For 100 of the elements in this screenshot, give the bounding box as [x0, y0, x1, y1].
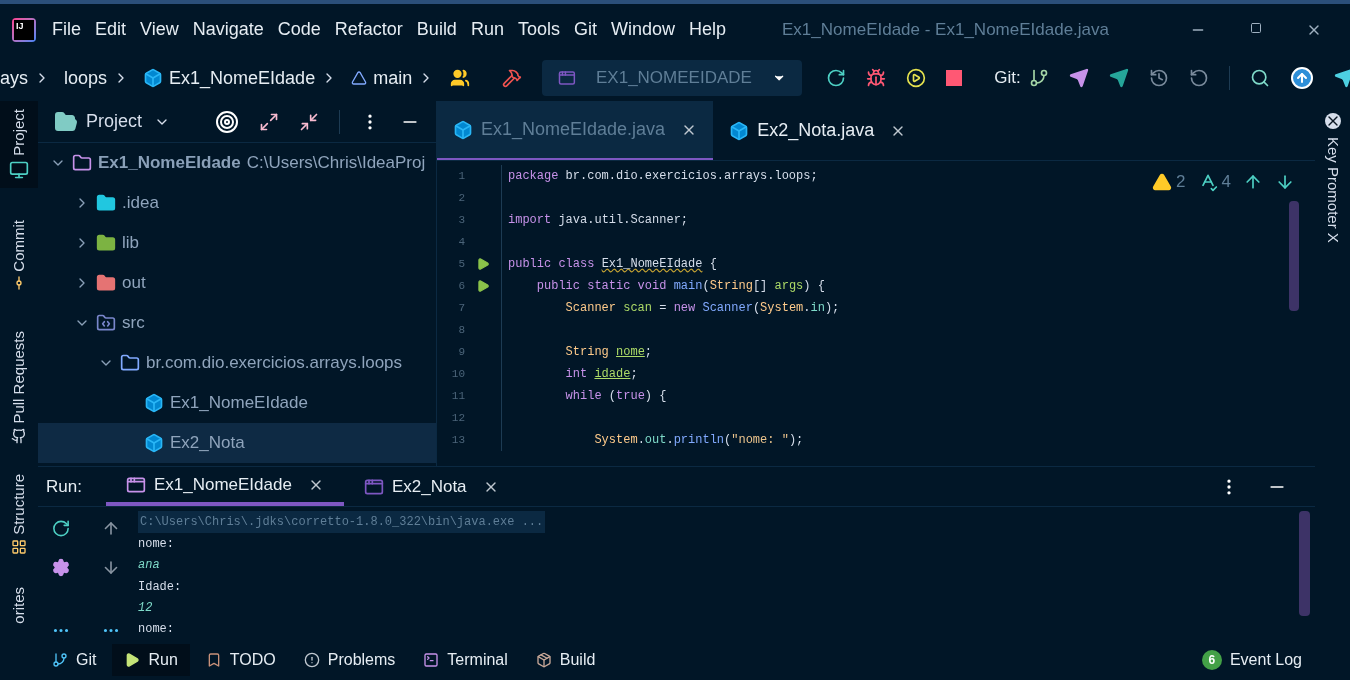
tool-window-tab[interactable]: Structure	[0, 466, 38, 563]
run-icon[interactable]	[476, 257, 490, 271]
play-icon	[124, 652, 141, 668]
laptop-icon	[9, 159, 29, 180]
tool-window-tab[interactable]: orites	[0, 578, 38, 632]
menu-item[interactable]: Help	[689, 16, 727, 43]
line-number: 10	[450, 366, 465, 382]
git-label: Git:	[994, 67, 1021, 90]
expand-icon[interactable]	[259, 111, 279, 132]
target-icon[interactable]	[215, 109, 239, 134]
menu-item[interactable]: Navigate	[192, 16, 264, 43]
menu-item[interactable]: Git	[573, 16, 597, 43]
settings-icon[interactable]	[50, 558, 71, 577]
github-icon	[11, 427, 27, 444]
rerun-icon[interactable]	[826, 68, 847, 88]
rerun-icon[interactable]	[50, 519, 71, 538]
tree-item[interactable]: lib	[38, 223, 436, 263]
bug-icon[interactable]	[866, 68, 887, 88]
menu-item[interactable]: Edit	[95, 16, 127, 43]
code-line: System.out.println("nome: ");	[593, 432, 804, 449]
tree-item[interactable]: br.com.dio.exercicios.arrays.loops	[38, 343, 436, 383]
code-line: while (true) {	[564, 388, 667, 405]
tree-item-label: .idea	[122, 192, 159, 215]
folder-icon	[96, 233, 116, 253]
code-line: int idade;	[564, 366, 638, 383]
tool-window-tab[interactable]: Key Promoter X	[1321, 137, 1344, 243]
breadcrumb[interactable]: loops	[64, 64, 108, 92]
tool-window-button[interactable]: Run	[112, 644, 190, 676]
send-icon[interactable]	[1068, 68, 1089, 88]
tree-item-label: lib	[122, 232, 139, 255]
history-icon[interactable]	[1148, 68, 1169, 88]
tool-window-button[interactable]: Git	[40, 644, 109, 676]
tree-item[interactable]: .idea	[38, 183, 436, 223]
tree-item[interactable]: Ex1_NomeEIdade C:\Users\Chris\IdeaProj	[38, 143, 436, 183]
class-icon	[144, 433, 164, 453]
menu-item[interactable]: Window	[610, 16, 675, 43]
branch-icon[interactable]	[1028, 68, 1049, 88]
window-icon	[558, 68, 576, 88]
menu-item[interactable]: Tools	[517, 16, 560, 43]
line-number: 3	[457, 212, 465, 228]
tool-window-button[interactable]: Terminal	[411, 644, 520, 676]
collapse-icon[interactable]	[299, 111, 319, 132]
menu-item[interactable]: Code	[277, 16, 321, 43]
menu-item[interactable]: Run	[470, 16, 504, 43]
tool-window-tab[interactable]: Commit	[0, 211, 38, 300]
folder-icon	[72, 153, 92, 173]
tool-window-button[interactable]: Problems	[291, 644, 408, 676]
line-number: 8	[457, 322, 465, 338]
editor-tab[interactable]: Ex2_Nota.java	[713, 101, 923, 160]
play-circle-icon[interactable]	[906, 68, 927, 88]
project-path: C:\Users\Chris\IdeaProj	[246, 152, 426, 175]
structure-icon	[11, 538, 27, 555]
warning-count[interactable]: 2	[1176, 169, 1186, 195]
class-icon	[729, 120, 750, 141]
notification-count: 6	[1201, 650, 1222, 670]
class-icon	[144, 393, 164, 413]
menu-item[interactable]: View	[140, 16, 179, 43]
tree-item-label: Ex1_NomeEIdade	[170, 392, 308, 415]
stop-button[interactable]	[946, 70, 963, 86]
run-tab[interactable]: Ex2_Nota	[343, 467, 519, 506]
build-icon	[535, 652, 552, 668]
menu-item[interactable]: Refactor	[334, 16, 403, 43]
users-icon[interactable]	[450, 68, 471, 88]
folder-icon	[96, 193, 116, 213]
run-tab[interactable]: Ex1_NomeEIdade	[105, 467, 344, 506]
folder-icon	[54, 109, 78, 134]
search-icon[interactable]	[1249, 68, 1270, 88]
tree-item-label: Ex1_NomeEIdade	[98, 152, 241, 175]
breadcrumb[interactable]: Ex1_NomeEIdade	[169, 64, 316, 92]
tree-item[interactable]: src	[38, 303, 436, 343]
tool-window-button[interactable]: Build	[523, 644, 608, 676]
tree-item[interactable]: Ex1_NomeEIdade	[38, 383, 436, 423]
event-log-button[interactable]: 6 Event Log	[1201, 648, 1302, 672]
line-number: 5	[457, 256, 465, 272]
line-number: 2	[457, 190, 465, 206]
run-label: Run:	[45, 475, 83, 498]
line-number: 1	[457, 168, 465, 184]
maximize-icon[interactable]	[1250, 21, 1262, 34]
code-line: package br.com.dio.exercicios.arrays.loops;	[508, 168, 818, 185]
run-icon[interactable]	[476, 279, 490, 293]
menu-item[interactable]: Build	[416, 16, 457, 43]
console-line: nome:	[138, 621, 174, 639]
tree-item[interactable]: out	[38, 263, 436, 303]
rollback-icon[interactable]	[1188, 68, 1209, 88]
scrollbar-thumb[interactable]	[1299, 511, 1310, 616]
scrollbar-thumb[interactable]	[1289, 201, 1299, 311]
tool-window-tab[interactable]: Pull Requests	[0, 323, 38, 452]
tree-item[interactable]: Ex2_Nota	[38, 423, 436, 463]
code-line: public static void main(String[] args) {	[535, 278, 825, 295]
alert-icon	[303, 652, 320, 668]
typo-count[interactable]: 4	[1221, 169, 1231, 195]
breadcrumb[interactable]: main	[373, 64, 413, 92]
tool-window-tab[interactable]: Project	[0, 101, 38, 188]
hammer-icon[interactable]	[502, 68, 523, 88]
upload-icon[interactable]	[1289, 66, 1314, 90]
tool-window-button[interactable]: TODO	[193, 644, 288, 676]
project-view-dropdown[interactable]: Project	[86, 108, 171, 135]
send-icon[interactable]	[1108, 68, 1129, 88]
menu-item[interactable]: File	[52, 16, 81, 43]
breadcrumb[interactable]: ays	[0, 64, 28, 92]
